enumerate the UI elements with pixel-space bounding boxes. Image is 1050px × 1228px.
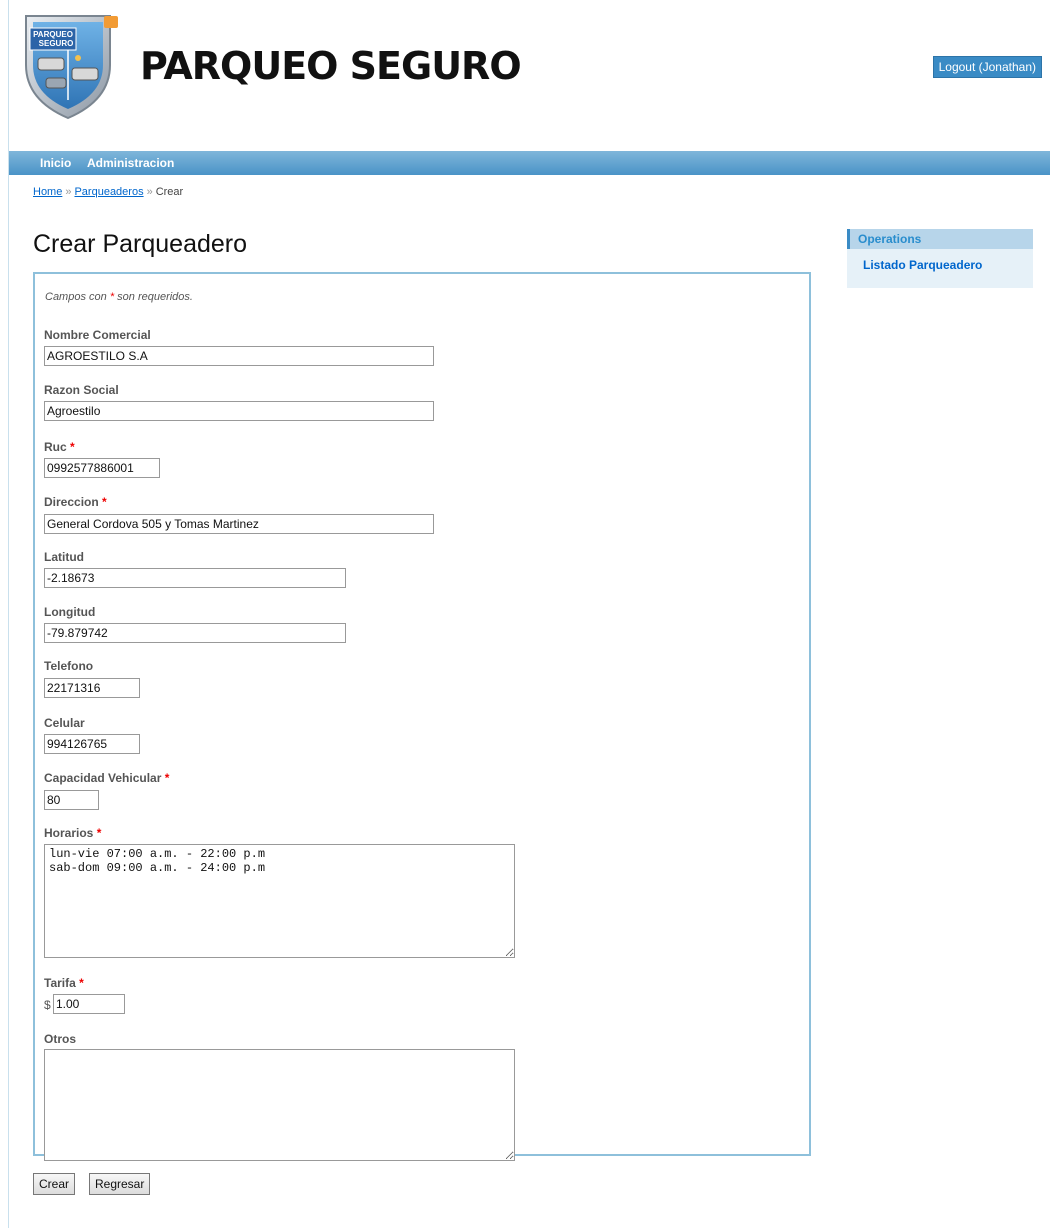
otros-textarea[interactable]	[44, 1049, 515, 1161]
note-text: son requeridos.	[114, 291, 193, 303]
label-text: Celular	[44, 716, 85, 730]
breadcrumb-home-link[interactable]: Home	[33, 186, 62, 198]
razon-social-input[interactable]	[44, 401, 434, 421]
label-text: Longitud	[44, 605, 96, 619]
direccion-input[interactable]	[44, 514, 434, 534]
required-star: *	[70, 440, 75, 454]
page-left-border	[8, 0, 9, 1228]
nav-item-inicio[interactable]: Inicio	[40, 156, 71, 170]
label-text: Telefono	[44, 659, 94, 673]
celular-label: Celular	[44, 716, 85, 730]
horarios-label: Horarios *	[44, 826, 101, 840]
ruc-label: Ruc *	[44, 440, 75, 454]
latitud-label: Latitud	[44, 550, 84, 564]
longitud-label: Longitud	[44, 605, 95, 619]
latitud-input[interactable]	[44, 568, 346, 588]
parqueo-seguro-logo-icon: PARQUEO SEGURO	[25, 15, 118, 120]
ruc-input[interactable]	[44, 458, 160, 478]
direccion-label: Direccion *	[44, 495, 107, 509]
required-star: *	[102, 495, 107, 509]
breadcrumb-current: Crear	[155, 186, 184, 198]
label-text: Latitud	[44, 550, 84, 564]
label-text: Otros	[44, 1032, 77, 1046]
parqueadero-form: Campos con * son requeridos. Nombre Come…	[33, 272, 811, 1161]
capacidad-vehicular-label: Capacidad Vehicular *	[44, 771, 169, 785]
tarifa-input[interactable]	[53, 994, 125, 1014]
brand-title: PARQUEO SEGURO	[140, 44, 522, 88]
nav-item-administracion[interactable]: Administracion	[87, 156, 174, 170]
breadcrumb-separator: »	[146, 186, 153, 198]
horarios-textarea[interactable]: lun-vie 07:00 a.m. - 22:00 p.m sab-dom 0…	[44, 844, 515, 958]
label-text: Ruc	[44, 440, 67, 454]
logo-text-line1: PARQUEO	[33, 30, 73, 39]
breadcrumb-separator: »	[65, 186, 72, 198]
note-text: Campos con	[45, 291, 110, 303]
breadcrumb: Home» Parqueaderos» Crear	[33, 186, 183, 198]
required-star: *	[79, 976, 84, 990]
crear-button[interactable]: Crear	[33, 1173, 76, 1195]
telefono-input[interactable]	[44, 678, 140, 698]
logo-text-line2: SEGURO	[39, 39, 74, 48]
otros-label: Otros	[44, 1032, 76, 1046]
breadcrumb-parqueaderos-link[interactable]: Parqueaderos	[74, 186, 143, 198]
required-star: *	[164, 771, 170, 785]
main-navbar: Inicio Administracion	[9, 151, 1050, 175]
capacidad-vehicular-input[interactable]	[44, 790, 99, 810]
label-text: Tarifa	[44, 976, 76, 990]
razon-social-label: Razon Social	[44, 383, 119, 397]
required-star: *	[96, 826, 102, 840]
nombre-comercial-input[interactable]	[44, 346, 434, 366]
label-text: Direccion	[44, 495, 99, 509]
nombre-comercial-label: Nombre Comercial	[44, 328, 151, 342]
logout-button[interactable]: Logout (Jonathan)	[932, 56, 1042, 78]
label-text: Horarios	[44, 826, 94, 840]
tarifa-label: Tarifa *	[44, 976, 84, 990]
tarifa-currency-prefix: $	[44, 998, 51, 1012]
operations-sidebar: Operations Listado Parqueadero	[847, 229, 1033, 288]
label-text: Capacidad Vehicular	[44, 771, 162, 785]
required-fields-note: Campos con * son requeridos.	[45, 291, 193, 303]
page-title: Crear Parqueadero	[33, 230, 248, 258]
celular-input[interactable]	[44, 734, 140, 754]
label-text: Razon Social	[44, 383, 119, 397]
listado-parqueadero-link[interactable]: Listado Parqueadero	[847, 249, 1033, 272]
operations-header: Operations	[847, 229, 1033, 249]
regresar-button[interactable]: Regresar	[89, 1173, 151, 1195]
telefono-label: Telefono	[44, 659, 93, 673]
label-text: Nombre Comercial	[44, 328, 151, 342]
longitud-input[interactable]	[44, 623, 346, 643]
